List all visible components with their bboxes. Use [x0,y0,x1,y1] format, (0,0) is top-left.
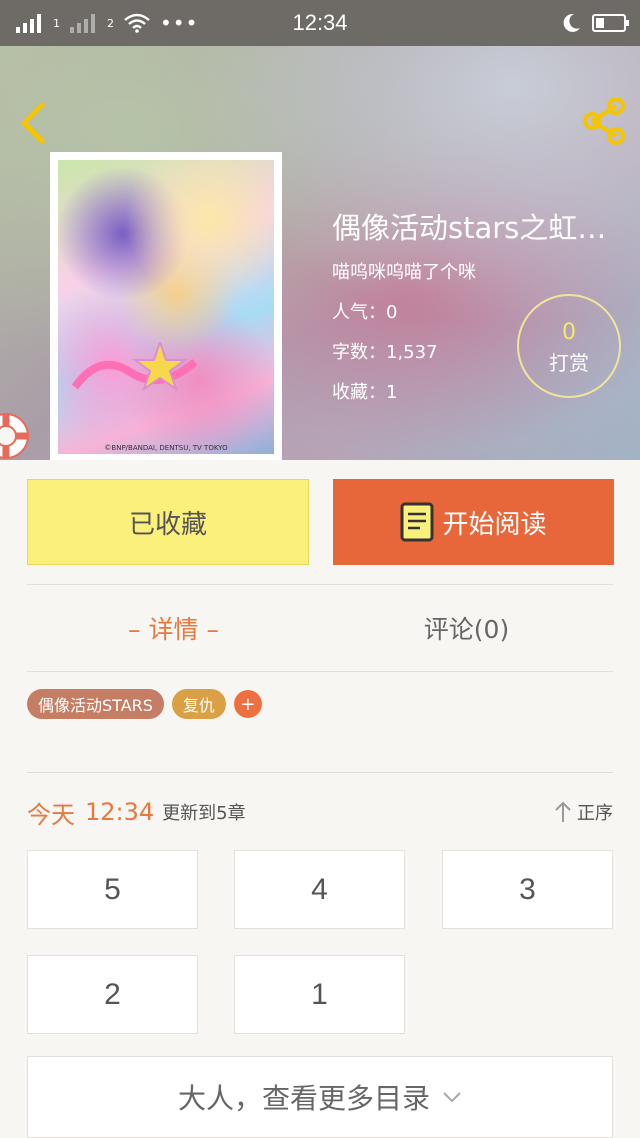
status-right [560,12,629,34]
tag-list: 偶像活动STARS 复仇 + [27,689,262,719]
book-cover[interactable]: ©BNP/BANDAI, DENTSU, TV TOKYO [50,152,282,460]
book-title: 偶像活动stars之虹… [332,211,607,245]
stat-favorites-value: 1 [386,382,398,403]
chapter-item[interactable]: 5 [27,850,198,929]
tag-item[interactable]: 复仇 [171,689,226,719]
sort-up-arrow-icon [555,801,571,822]
status-time: 12:34 [292,10,348,35]
lifebuoy-icon[interactable] [0,406,36,466]
favorited-label: 已收藏 [128,509,207,540]
update-day: 今天 [27,800,75,829]
reward-count: 0 [562,320,576,345]
share-icon[interactable] [580,96,628,146]
battery-icon [592,14,629,32]
sort-label: 正序 [577,803,613,824]
stat-word-count-label: 字数： [332,342,386,363]
sort-toggle[interactable]: 正序 [553,799,613,825]
start-reading-button[interactable]: 开始阅读 [333,479,614,565]
stat-word-count-value: 1,537 [386,342,438,363]
cover-copyright: ©BNP/BANDAI, DENTSU, TV TOKYO [104,444,228,452]
update-info: 今天 12:34 更新到5章 正序 [27,790,613,834]
chevron-down-icon [443,1092,461,1103]
reward-button[interactable]: 0 打赏 [517,294,621,398]
more-chapters-label: 大人，查看更多目录 [177,1082,430,1115]
start-reading-label: 开始阅读 [442,509,547,540]
add-tag-button[interactable]: + [233,690,262,718]
chapter-item[interactable]: 1 [234,955,405,1034]
stat-favorites-label: 收藏： [332,382,386,403]
chapter-item[interactable]: 4 [234,850,405,929]
favorited-button[interactable]: 已收藏 [27,479,309,565]
reward-label: 打赏 [549,351,589,375]
stat-popularity-label: 人气： [332,302,386,323]
book-header: ©BNP/BANDAI, DENTSU, TV TOKYO 偶像活动stars之… [0,46,640,460]
chapter-item[interactable]: 3 [442,850,613,929]
update-time: 12:34 [85,798,155,826]
tab-details[interactable]: – 详情 – [27,585,320,671]
moon-icon [563,13,580,32]
divider [27,671,613,672]
status-bar: 1 2 ••• 12:34 [0,0,640,46]
book-cover-image: ©BNP/BANDAI, DENTSU, TV TOKYO [58,160,274,454]
book-icon [400,502,434,542]
cover-logo [71,342,198,392]
more-chapters-button[interactable]: 大人，查看更多目录 [27,1056,613,1138]
tag-item[interactable]: 偶像活动STARS [27,689,164,719]
stat-popularity-value: 0 [386,302,398,323]
tab-bar: – 详情 – 评论(0) [27,585,613,671]
update-note: 更新到5章 [162,803,246,824]
book-author[interactable]: 喵呜咪呜喵了个咪 [332,258,632,284]
chapter-item[interactable]: 2 [27,955,198,1034]
tab-comments[interactable]: 评论(0) [320,585,613,671]
back-chevron-icon[interactable] [18,101,48,145]
divider [27,772,613,773]
